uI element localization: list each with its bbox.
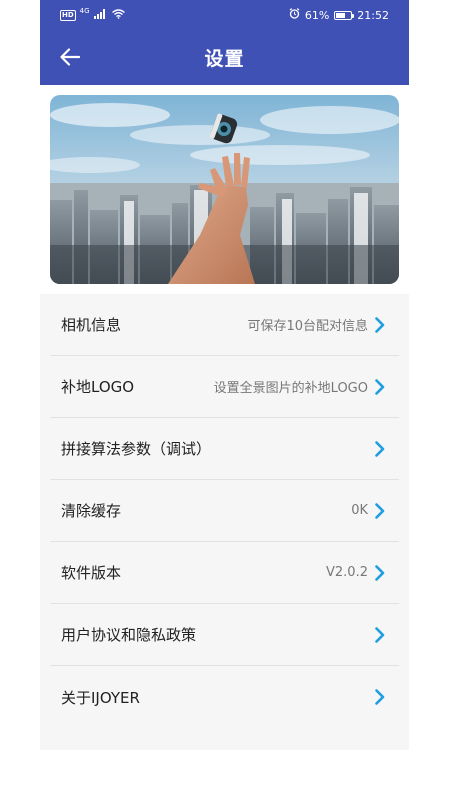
item-label: 拼接算法参数（调试） (61, 440, 212, 458)
item-right: V2.0.2 (326, 564, 386, 581)
settings-item-stitch-params[interactable]: 拼接算法参数（调试） (50, 418, 399, 480)
settings-item-ground-logo[interactable]: 补地LOGO 设置全景图片的补地LOGO (50, 356, 399, 418)
settings-list: 相机信息 可保存10台配对信息 补地LOGO 设置全景图片的补地LOGO 拼接算… (40, 294, 409, 728)
item-label: 用户协议和隐私政策 (61, 626, 197, 644)
network-type: 4G (79, 7, 90, 15)
settings-item-about[interactable]: 关于IJOYER (50, 666, 399, 728)
chevron-right-icon (374, 689, 386, 705)
item-label: 软件版本 (61, 564, 122, 582)
settings-item-clear-cache[interactable]: 清除缓存 0K (50, 480, 399, 542)
signal-icon (93, 8, 108, 22)
item-label: 关于IJOYER (61, 688, 140, 707)
item-label: 清除缓存 (61, 502, 122, 520)
banner-image (50, 95, 399, 284)
arrow-left-icon (60, 48, 80, 66)
status-left: HD 4G (60, 7, 125, 22)
item-right (368, 440, 386, 457)
hd-badge: HD (60, 9, 76, 21)
item-right: 可保存10台配对信息 (247, 315, 386, 334)
app-bar: 设置 (40, 30, 409, 85)
chevron-right-icon (374, 564, 386, 581)
settings-item-camera-info[interactable]: 相机信息 可保存10台配对信息 (50, 294, 399, 356)
item-value: 可保存10台配对信息 (247, 319, 368, 334)
settings-item-version[interactable]: 软件版本 V2.0.2 (50, 542, 399, 604)
clock: 21:52 (357, 8, 389, 22)
item-right (368, 626, 386, 643)
chevron-right-icon (374, 378, 386, 395)
status-bar: HD 4G 61% 21:52 (40, 0, 409, 30)
page-title: 设置 (204, 48, 245, 70)
chevron-right-icon (374, 440, 386, 457)
item-right: 0K (351, 502, 386, 519)
chevron-right-icon (374, 626, 386, 643)
item-right (368, 689, 386, 705)
back-button[interactable] (56, 43, 84, 71)
chevron-right-icon (374, 502, 386, 519)
chevron-right-icon (374, 316, 386, 333)
banner-container (40, 85, 409, 294)
item-value: 0K (351, 503, 368, 518)
settings-item-privacy-policy[interactable]: 用户协议和隐私政策 (50, 604, 399, 666)
battery-icon (334, 10, 355, 20)
phone-screen: HD 4G 61% 21:52 设置 相机信息 可保存10台配对信息 补地LOG… (40, 0, 409, 800)
alarm-icon (289, 8, 300, 22)
battery-level (336, 12, 345, 18)
item-right: 设置全景图片的补地LOGO (214, 377, 386, 396)
item-value: 设置全景图片的补地LOGO (213, 381, 368, 396)
item-label: 补地LOGO (61, 378, 135, 396)
status-right: 61% 21:52 (289, 8, 389, 22)
item-label: 相机信息 (61, 316, 122, 334)
item-value: V2.0.2 (326, 565, 368, 580)
wifi-icon (111, 8, 125, 22)
battery-text: 61% (304, 8, 330, 22)
bottom-area (40, 750, 409, 800)
